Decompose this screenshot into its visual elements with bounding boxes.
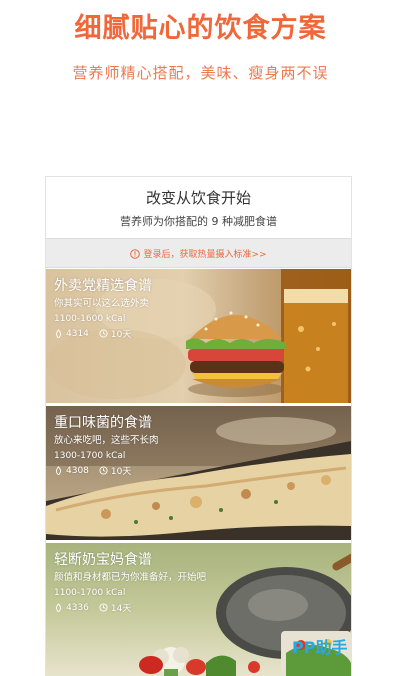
- login-prompt-text: 登录后，获取热量摄入标准>>: [143, 250, 267, 260]
- login-banner[interactable]: 登录后，获取热量摄入标准>>: [46, 238, 351, 268]
- user-count: 4314: [66, 328, 89, 339]
- intro-subtitle-suffix: 种减肥食谱: [222, 215, 277, 228]
- login-prompt[interactable]: 登录后，获取热量摄入标准>>: [46, 247, 351, 260]
- app-page: 细腻贴心的饮食方案 营养师精心搭配，美味、瘦身两不误 改变从饮食开始 营养师为你…: [0, 0, 401, 676]
- clock-icon: [99, 329, 108, 338]
- card-description: 颜值和身材都已为你准备好，开始吧: [54, 572, 207, 583]
- flame-icon: [56, 329, 61, 338]
- recipe-card-takeout[interactable]: 外卖党精选食谱 你其实可以这么选外卖 1100-1600 kCal 4314 1…: [46, 269, 351, 403]
- promo-headline: 细腻贴心的饮食方案: [74, 13, 327, 44]
- user-count-stat: 4336: [54, 603, 89, 613]
- card-calorie-range: 1100-1600 kCal: [54, 314, 126, 324]
- duration-stat: 14天: [99, 601, 131, 614]
- card-info: 重口味菌的食谱 放心来吃吧，这些不长肉 1300-1700 kCal 4308 …: [54, 414, 159, 477]
- flame-icon: [56, 466, 61, 475]
- card-title: 重口味菌的食谱: [54, 415, 152, 431]
- duration: 14天: [110, 604, 132, 614]
- promo-subheadline: 营养师精心搭配，美味、瘦身两不误: [72, 64, 329, 82]
- card-stats: 4314 10天: [54, 327, 152, 340]
- user-count: 4308: [66, 465, 89, 476]
- duration-stat: 10天: [99, 464, 131, 477]
- intro-subtitle: 营养师为你搭配的 9 种减肥食谱: [46, 213, 351, 229]
- clock-icon: [99, 466, 108, 475]
- watermark-logo: PP助手: [292, 638, 348, 657]
- warning-icon: [130, 249, 141, 259]
- card-title: 轻断奶宝妈食谱: [54, 552, 152, 568]
- card-stats: 4308 10天: [54, 464, 159, 477]
- recipe-count: 9: [211, 215, 219, 228]
- duration-stat: 10天: [99, 327, 131, 340]
- card-calorie-range: 1300-1700 kCal: [54, 451, 126, 461]
- user-count: 4336: [66, 602, 89, 613]
- user-count-stat: 4314: [54, 329, 89, 339]
- intro-section: 改变从饮食开始 营养师为你搭配的 9 种减肥食谱: [46, 177, 351, 239]
- card-calorie-range: 1100-1700 kCal: [54, 588, 126, 598]
- phone-screen: 改变从饮食开始 营养师为你搭配的 9 种减肥食谱 登录后，获取热量摄入标准>>: [45, 176, 352, 676]
- duration: 10天: [110, 330, 132, 340]
- user-count-stat: 4308: [54, 466, 89, 476]
- clock-icon: [99, 603, 108, 612]
- card-title: 外卖党精选食谱: [54, 278, 152, 294]
- duration: 10天: [110, 467, 132, 477]
- card-info: 轻断奶宝妈食谱 颜值和身材都已为你准备好，开始吧 1100-1700 kCal …: [54, 551, 206, 614]
- recipe-card-heavy-flavor[interactable]: 重口味菌的食谱 放心来吃吧，这些不长肉 1300-1700 kCal 4308 …: [46, 406, 351, 540]
- card-description: 放心来吃吧，这些不长肉: [54, 435, 159, 446]
- flame-icon: [56, 603, 61, 612]
- intro-subtitle-prefix: 营养师为你搭配的: [120, 215, 208, 228]
- card-info: 外卖党精选食谱 你其实可以这么选外卖 1100-1600 kCal 4314 1…: [54, 277, 152, 340]
- card-stats: 4336 14天: [54, 601, 206, 614]
- card-description: 你其实可以这么选外卖: [54, 298, 150, 309]
- intro-title: 改变从饮食开始: [145, 189, 251, 207]
